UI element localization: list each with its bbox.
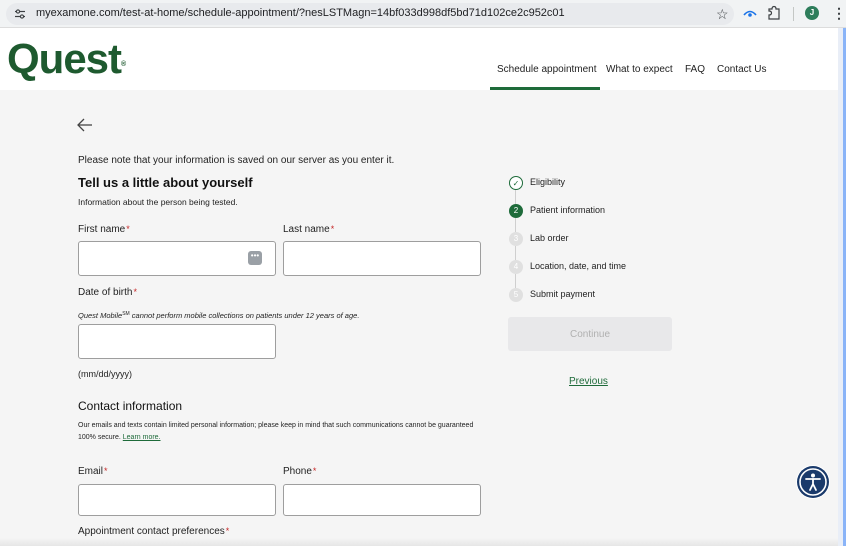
stepper-connector (515, 274, 516, 288)
mobile-note-prefix: Quest Mobile (78, 311, 123, 320)
first-name-input[interactable] (78, 241, 276, 276)
page-subtitle: Information about the person being teste… (78, 197, 238, 207)
extensions-puzzle-icon[interactable] (767, 5, 781, 21)
first-name-label-text: First name (78, 224, 126, 235)
mobile-note-suffix: cannot perform mobile collections on pat… (129, 311, 360, 320)
contact-disclaimer: Our emails and texts contain limited per… (78, 420, 478, 444)
dob-label-text: Date of birth (78, 287, 133, 298)
phone-label-text: Phone (283, 466, 312, 477)
contact-preferences-label: Appointment contact preferences* (78, 526, 229, 537)
email-input[interactable] (78, 484, 276, 516)
nav-contact-us[interactable]: Contact Us (717, 64, 766, 75)
nav-schedule-appointment[interactable]: Schedule appointment (497, 64, 597, 75)
stepper-connector (515, 190, 516, 204)
continue-button[interactable]: Continue (508, 317, 672, 351)
step-label: Lab order (530, 233, 569, 243)
quest-logo[interactable]: Quest® (7, 34, 126, 84)
learn-more-link[interactable]: Learn more. (123, 434, 161, 441)
extension-eye-icon[interactable] (743, 6, 757, 20)
checkmark-icon: ✓ (509, 176, 523, 190)
step-number: 3 (509, 232, 523, 246)
stepper-connector (515, 218, 516, 232)
email-label: Email* (78, 466, 108, 477)
step-label: Eligibility (530, 177, 566, 187)
save-notice: Please note that your information is sav… (78, 155, 395, 166)
browser-toolbar: myexamone.com/test-at-home/schedule-appo… (0, 0, 846, 28)
url-text[interactable]: myexamone.com/test-at-home/schedule-appo… (36, 7, 565, 19)
previous-link[interactable]: Previous (569, 376, 608, 387)
toolbar-divider (793, 7, 794, 21)
dob-format-hint: (mm/dd/yyyy) (78, 369, 132, 379)
nav-faq[interactable]: FAQ (685, 64, 705, 75)
page-bottom-shadow (0, 538, 838, 546)
step-number: 5 (509, 288, 523, 302)
logo-registered-mark: ® (121, 61, 127, 68)
main-content: Please note that your information is sav… (0, 90, 838, 546)
first-name-label: First name* (78, 224, 130, 235)
password-manager-icon[interactable]: ••• (248, 251, 262, 265)
address-bar[interactable]: myexamone.com/test-at-home/schedule-appo… (6, 3, 734, 25)
last-name-input[interactable] (283, 241, 481, 276)
bookmark-star-icon[interactable]: ☆ (716, 5, 729, 23)
nav-what-to-expect[interactable]: What to expect (606, 64, 673, 75)
phone-label: Phone* (283, 466, 316, 477)
required-mark: * (133, 287, 137, 297)
profile-avatar[interactable]: J (805, 6, 819, 20)
last-name-label: Last name* (283, 224, 334, 235)
site-header: Quest® Schedule appointment What to expe… (0, 28, 838, 90)
browser-menu-icon[interactable]: ⋮ (832, 4, 846, 22)
dob-input[interactable] (78, 324, 276, 359)
page-title: Tell us a little about yourself (78, 175, 253, 190)
stepper-connector (515, 246, 516, 260)
dob-label: Date of birth* (78, 287, 137, 298)
phone-input[interactable] (283, 484, 481, 516)
step-number: 2 (509, 204, 523, 218)
service-mark: SM (122, 311, 130, 317)
required-mark: * (225, 526, 230, 536)
back-arrow-icon[interactable] (76, 118, 94, 132)
required-mark: * (330, 224, 335, 234)
required-mark: * (104, 466, 108, 476)
logo-text: Quest (7, 35, 122, 82)
last-name-label-text: Last name (283, 224, 330, 235)
site-info-icon[interactable] (14, 8, 26, 20)
step-label: Submit payment (530, 289, 596, 299)
required-mark: * (312, 466, 317, 476)
step-number: 4 (509, 260, 523, 274)
contact-pref-label-text: Appointment contact preferences (78, 526, 225, 537)
mobile-age-note: Quest MobileSM cannot perform mobile col… (78, 311, 359, 320)
contact-section-title: Contact information (78, 399, 183, 413)
step-label: Location, date, and time (530, 261, 627, 271)
required-mark: * (126, 224, 130, 234)
accessibility-icon[interactable] (796, 465, 830, 499)
step-label: Patient information (530, 205, 606, 215)
email-label-text: Email (78, 466, 104, 477)
